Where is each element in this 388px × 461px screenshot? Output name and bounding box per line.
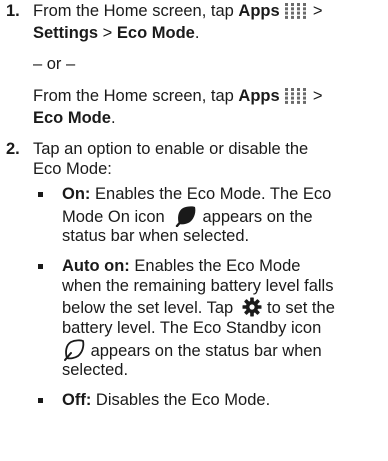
gear-icon (242, 297, 262, 317)
option-text: appears on the status bar when (86, 342, 322, 360)
separator: > (98, 24, 117, 42)
step-text-line: Tap an option to enable or disable the (33, 140, 309, 158)
bullet (38, 398, 43, 403)
option-line: when the remaining battery level falls (62, 277, 334, 295)
document: 1. From the Home screen, tap Apps > Sett… (0, 0, 388, 461)
option-text: Mode On icon (62, 208, 170, 226)
option-text: below the set level. Tap (62, 299, 238, 317)
option-text: appears on the (197, 208, 313, 226)
step-text: . (110, 109, 116, 127)
step-text-line: Eco Mode: (33, 160, 112, 178)
step-text: > (308, 2, 323, 20)
step-text-line: From the Home screen, tap Apps > (33, 86, 323, 106)
step-text-line: Eco Mode. (33, 108, 116, 128)
option-line: On: Enables the Eco Mode. The Eco (62, 184, 331, 204)
step-text-line: Settings > Eco Mode. (33, 23, 199, 43)
option-text: Disables the Eco Mode. (91, 391, 271, 409)
step-text: > (308, 87, 323, 105)
apps-grid-icon (285, 3, 307, 19)
step-number: 2. (6, 140, 20, 158)
option-line: battery level. The Eco Standby icon (62, 319, 322, 337)
option-text: Enables the Eco Mode. The Eco (90, 185, 332, 203)
option-label-off: Off: (62, 391, 92, 409)
eco-standby-icon (64, 339, 85, 361)
step-number: 1. (6, 2, 20, 20)
option-text: Enables the Eco Mode (129, 257, 301, 275)
option-line: Auto on: Enables the Eco Mode (62, 256, 300, 276)
eco-mode-label: Eco Mode (33, 109, 111, 127)
step-text-line: From the Home screen, tap Apps > (33, 1, 323, 21)
eco-mode-on-icon (175, 206, 196, 227)
step-text: From the Home screen, tap (33, 2, 239, 20)
option-label-on: On: (62, 185, 91, 203)
step-text: . (194, 24, 200, 42)
settings-label: Settings (33, 24, 99, 42)
apps-label: Apps (238, 87, 280, 105)
apps-grid-icon (285, 88, 307, 104)
bullet (38, 192, 43, 197)
eco-mode-label: Eco Mode (116, 24, 195, 42)
option-text: to set the (262, 299, 335, 317)
option-label-auto-on: Auto on: (62, 257, 130, 275)
apps-label: Apps (238, 2, 280, 20)
or-separator: – or – (33, 55, 76, 73)
option-line: below the set level. Tap to set the (62, 297, 335, 318)
option-line: Mode On icon appears on the (62, 205, 313, 227)
bullet (38, 264, 43, 269)
step-text: From the Home screen, tap (33, 87, 239, 105)
option-line: Off: Disables the Eco Mode. (62, 390, 270, 410)
option-line: status bar when selected. (62, 227, 250, 245)
option-line: selected. (62, 361, 129, 379)
option-line: appears on the status bar when (62, 339, 322, 361)
